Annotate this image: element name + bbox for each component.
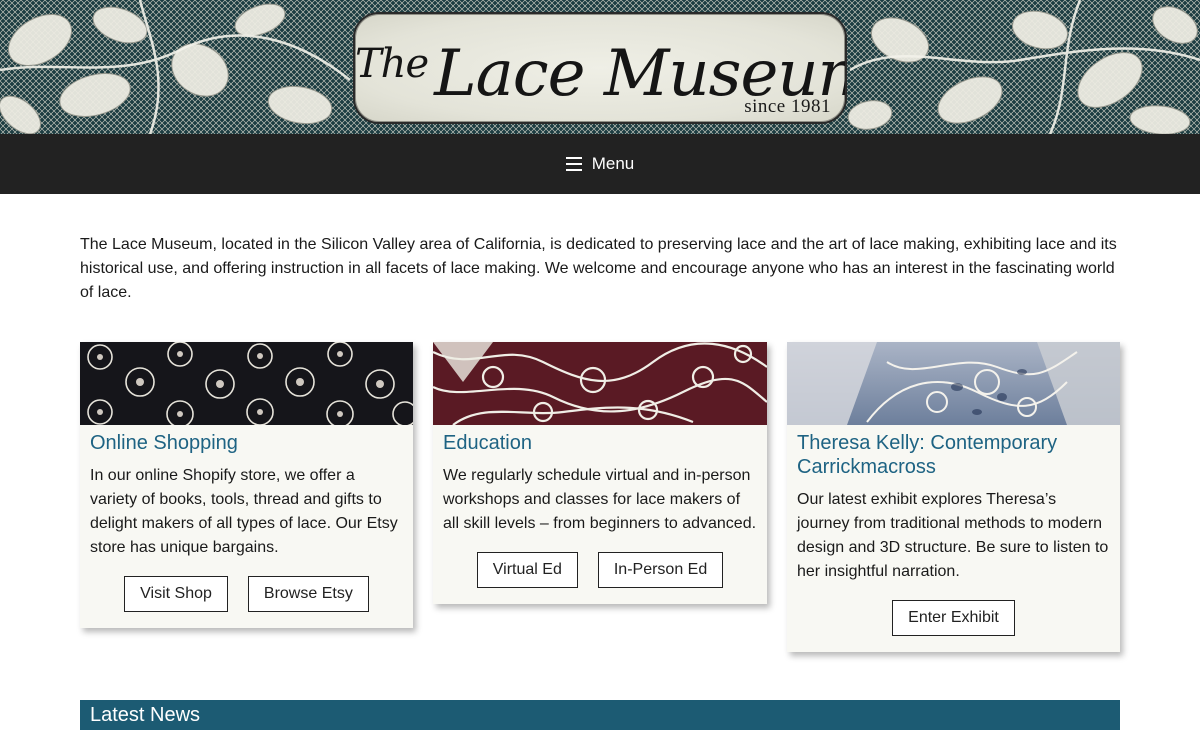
card-description: Our latest exhibit explores Theresa’s jo… bbox=[797, 491, 1109, 580]
main-navigation-bar: Menu bbox=[0, 134, 1200, 194]
menu-toggle-label: Menu bbox=[591, 154, 635, 173]
virtual-ed-button[interactable]: Virtual Ed bbox=[476, 552, 578, 588]
visit-shop-button[interactable]: Visit Shop bbox=[124, 576, 228, 612]
logo-the-text: The bbox=[355, 41, 429, 87]
enter-exhibit-button[interactable]: Enter Exhibit bbox=[892, 600, 1015, 636]
card-title: Theresa Kelly: Contemporary Carrickmacro… bbox=[797, 432, 1058, 478]
card-description: We regularly schedule virtual and in-per… bbox=[443, 467, 757, 532]
site-logo[interactable]: TheLace Museum since 1981 bbox=[353, 12, 847, 124]
card-image-exhibit bbox=[787, 342, 1120, 425]
card-title: Online Shopping bbox=[90, 432, 238, 454]
card-image-online-shopping bbox=[80, 342, 413, 425]
card-education: Education We regularly schedule virtual … bbox=[433, 342, 767, 604]
card-title: Education bbox=[443, 432, 532, 454]
card-image-education bbox=[433, 342, 767, 425]
hamburger-icon bbox=[565, 157, 582, 171]
latest-news-heading: Latest News bbox=[80, 700, 1120, 730]
site-header-banner: TheLace Museum since 1981 bbox=[0, 0, 1200, 134]
in-person-ed-button[interactable]: In-Person Ed bbox=[597, 552, 724, 588]
card-exhibit: Theresa Kelly: Contemporary Carrickmacro… bbox=[787, 342, 1120, 652]
card-online-shopping: Online Shopping In our online Shopify st… bbox=[80, 342, 413, 628]
logo-since-text: since 1981 bbox=[744, 96, 831, 117]
browse-etsy-button[interactable]: Browse Etsy bbox=[247, 576, 369, 612]
menu-toggle-button[interactable]: Menu bbox=[558, 148, 643, 180]
intro-paragraph: The Lace Museum, located in the Silicon … bbox=[80, 236, 1117, 301]
card-description: In our online Shopify store, we offer a … bbox=[90, 467, 398, 556]
